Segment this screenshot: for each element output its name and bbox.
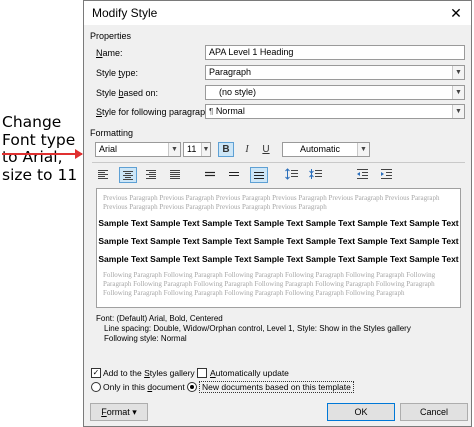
add-to-gallery-label: Add to the Styles gallery (103, 368, 195, 378)
cancel-button[interactable]: Cancel (400, 403, 468, 421)
increase-spacing-icon (285, 168, 298, 180)
align-left-button[interactable] (95, 167, 113, 183)
following-style-select[interactable]: ¶ Normal ▼ (205, 104, 465, 119)
toolbar-divider (92, 162, 465, 163)
align-right-button[interactable] (143, 167, 161, 183)
style-type-value: Paragraph (209, 67, 252, 77)
new-documents-radio[interactable] (187, 382, 197, 392)
add-to-gallery-checkbox[interactable]: ✓ (91, 368, 101, 378)
format-button[interactable]: Format ▾ (90, 403, 148, 421)
font-select[interactable]: Arial ▼ (95, 142, 181, 157)
font-size-value: 11 (187, 144, 197, 154)
formatting-heading: Formatting (90, 128, 134, 138)
space-before-button[interactable] (284, 167, 302, 183)
description-spacing: Line spacing: Double, Widow/Orphan contr… (104, 324, 411, 333)
annotation-line-4: size to 11 (2, 165, 78, 184)
justify-button[interactable] (167, 167, 185, 183)
only-this-document-radio[interactable] (91, 382, 101, 392)
preview-sample-line-2: Sample Text Sample Text Sample Text Samp… (98, 236, 459, 246)
new-documents-label: New documents based on this template (199, 381, 354, 393)
style-description: Font: (Default) Arial, Bold, Centered Li… (96, 314, 456, 344)
decrease-indent-button[interactable] (354, 167, 372, 183)
one-half-spacing-icon (229, 172, 239, 176)
double-spacing-icon (254, 172, 264, 179)
title-bar: Modify Style ✕ (84, 1, 471, 25)
style-type-label: Style type: (96, 68, 139, 78)
following-style-label: Style for following paragraph: (96, 107, 213, 117)
annotation-line-2: Font type (2, 130, 76, 149)
chevron-down-icon[interactable]: ▼ (357, 143, 369, 156)
justify-icon (170, 170, 180, 179)
preview-sample-line-1: Sample Text Sample Text Sample Text Samp… (98, 218, 459, 228)
double-spacing-button[interactable] (250, 167, 268, 183)
preview-previous-paragraph: Previous Paragraph Previous Paragraph Pr… (103, 194, 440, 211)
ok-button[interactable]: OK (327, 403, 395, 421)
style-based-on-label: Style based on: (96, 88, 159, 98)
chevron-down-icon[interactable]: ▼ (168, 143, 180, 156)
modify-style-dialog: Modify Style ✕ Properties Name: APA Leve… (83, 0, 472, 427)
space-after-button[interactable] (308, 167, 326, 183)
preview-following-paragraph: Following Paragraph Following Paragraph … (103, 271, 436, 297)
align-left-icon (98, 170, 108, 179)
align-center-button[interactable] (119, 167, 137, 183)
increase-indent-icon (381, 169, 392, 179)
font-value: Arial (99, 144, 118, 154)
decrease-spacing-icon (309, 169, 322, 179)
auto-update-checkbox[interactable] (197, 368, 207, 378)
underline-button[interactable]: U (258, 142, 274, 157)
close-icon[interactable]: ✕ (441, 1, 471, 25)
chevron-down-icon[interactable]: ▼ (452, 86, 464, 99)
annotation-line-3: to Arial, (2, 148, 63, 166)
style-based-on-select[interactable]: (no style) ▼ (205, 85, 465, 100)
one-half-spacing-button[interactable] (226, 167, 244, 183)
name-label: Name: (96, 48, 123, 58)
align-right-icon (146, 170, 156, 179)
auto-update-label: Automatically update (210, 368, 289, 378)
style-type-select[interactable]: Paragraph ▼ (205, 65, 465, 80)
single-spacing-icon (205, 171, 215, 177)
chevron-down-icon[interactable]: ▼ (452, 105, 464, 118)
font-color-select[interactable]: Automatic ▼ (282, 142, 370, 157)
font-color-value: Automatic (299, 144, 341, 154)
align-center-icon (123, 171, 133, 180)
increase-indent-button[interactable] (378, 167, 396, 183)
font-size-select[interactable]: 11 ▼ (183, 142, 211, 157)
preview-sample-line-3: Sample Text Sample Text Sample Text Samp… (98, 254, 459, 264)
chevron-down-icon[interactable]: ▼ (201, 143, 210, 156)
dialog-title: Modify Style (92, 6, 158, 20)
description-font: Font: (Default) Arial, Bold, Centered (96, 314, 223, 323)
annotation-arrow-head (75, 149, 83, 159)
bold-button[interactable]: B (218, 142, 234, 157)
description-following: Following style: Normal (104, 334, 187, 343)
single-spacing-button[interactable] (202, 167, 220, 183)
following-style-value: Normal (215, 106, 245, 116)
annotation-line-1: Change (2, 113, 62, 131)
screenshot-root: Change Font type to Arial, size to 11 Mo… (0, 0, 474, 427)
only-this-document-label: Only in this document (103, 382, 185, 392)
decrease-indent-icon (357, 169, 368, 179)
style-preview-pane: Previous Paragraph Previous Paragraph Pr… (96, 188, 461, 308)
annotation-text: Change Font type to Arial, size to 11 (2, 113, 86, 184)
chevron-down-icon[interactable]: ▼ (452, 66, 464, 79)
italic-button[interactable]: I (239, 142, 255, 157)
properties-heading: Properties (90, 31, 132, 41)
style-based-on-value: (no style) (219, 87, 257, 97)
paragraph-mark-icon: ¶ (209, 107, 214, 116)
annotation-arrow-line (2, 153, 82, 155)
name-field[interactable]: APA Level 1 Heading (205, 45, 465, 60)
